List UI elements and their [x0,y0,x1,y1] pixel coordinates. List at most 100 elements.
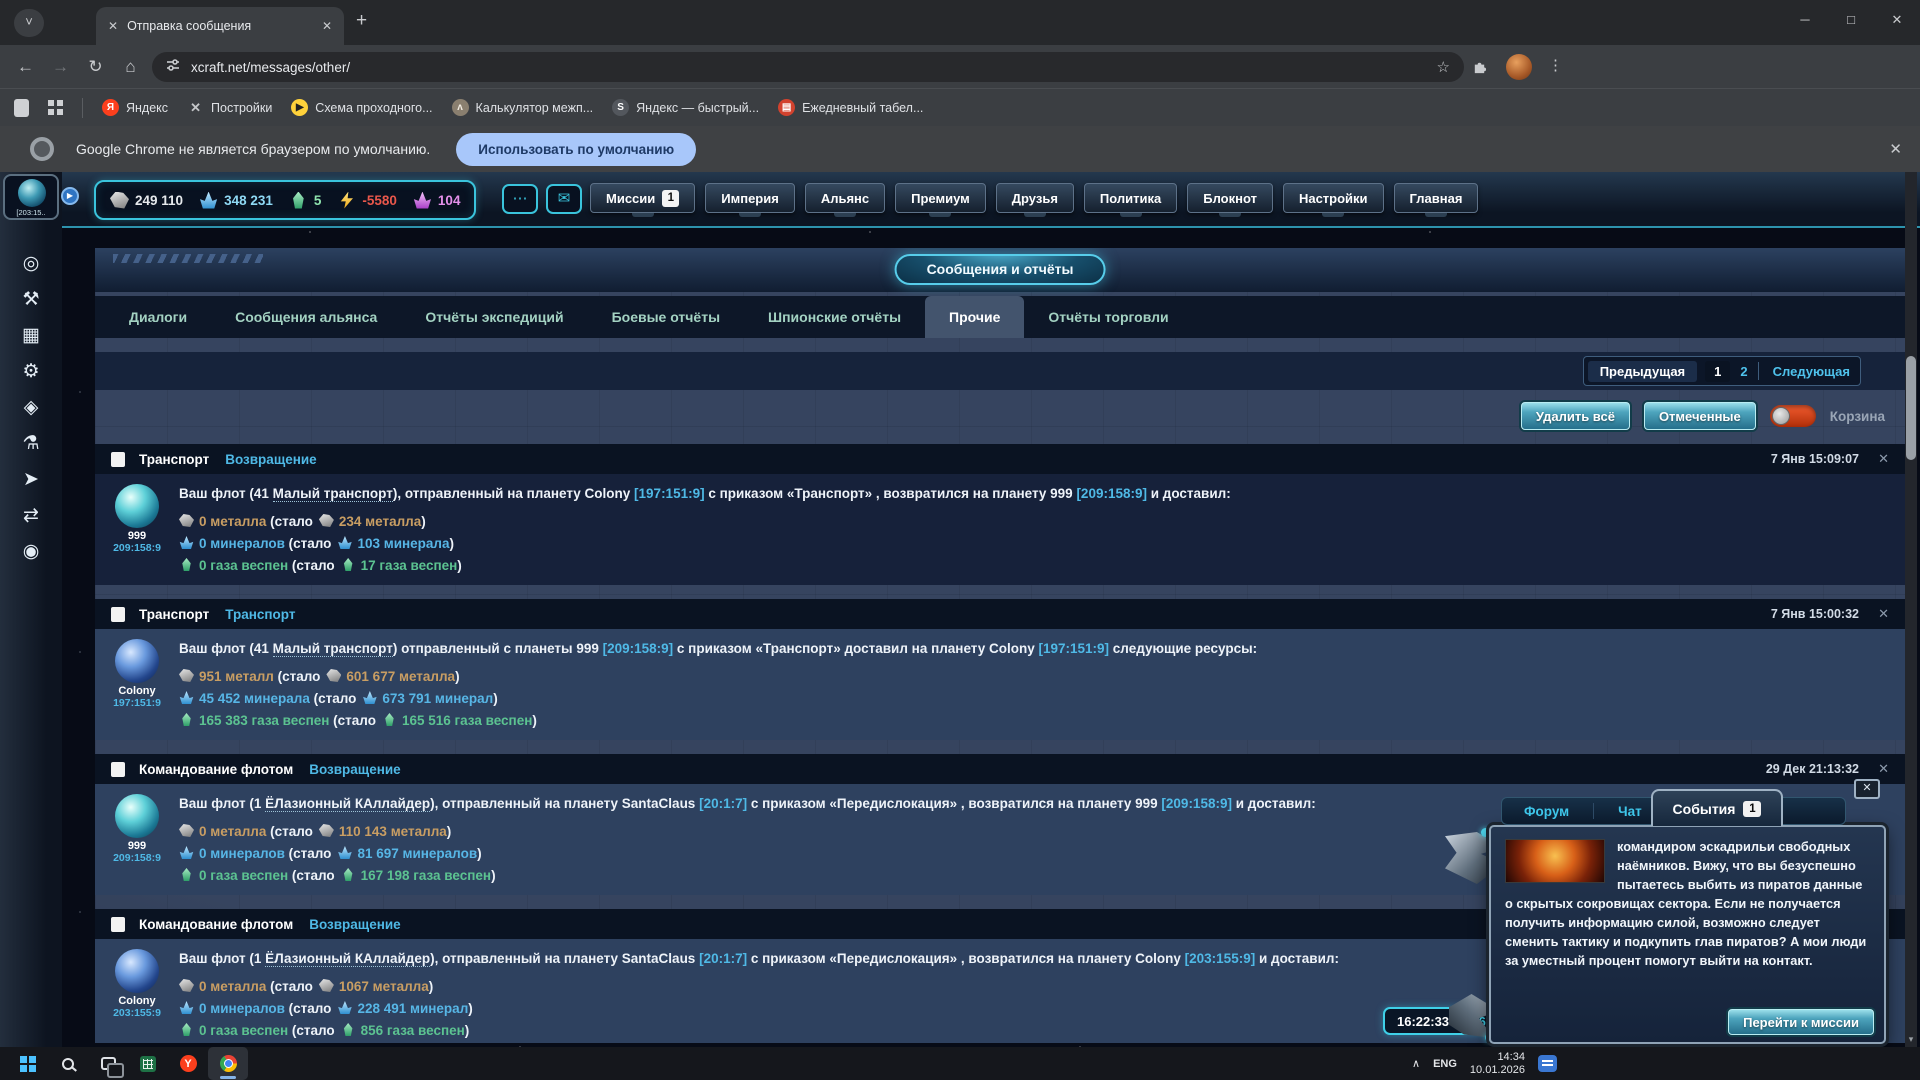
message-checkbox[interactable] [111,607,125,622]
forward-icon[interactable]: → [43,57,78,77]
message-type-link[interactable]: Возвращение [309,917,400,932]
nav-button-premium[interactable]: Премиум [895,183,986,213]
go-to-mission-button[interactable]: Перейти к миссии [1728,1009,1874,1035]
chrome-button[interactable] [208,1047,248,1080]
home-icon[interactable]: ⌂ [113,57,148,77]
bookmark-item-xcraft-builds[interactable]: ✕Постройки [187,99,272,116]
tab-alliance-messages[interactable]: Сообщения альянса [211,296,401,338]
nav-button-missions[interactable]: Миссии1 [590,183,695,213]
tray-expand-icon[interactable]: ∧ [1412,1057,1420,1070]
planet-avatar[interactable] [115,794,159,838]
nav-button-empire[interactable]: Империя [705,183,795,213]
message-checkbox[interactable] [111,452,125,467]
tab-forum[interactable]: Форум [1524,804,1569,819]
coords-link[interactable]: [209:158:9] [1161,796,1232,811]
fleet-link[interactable]: ЁЛазионный КАллайдер [265,951,430,967]
nav-button-home[interactable]: Главная [1394,183,1479,213]
notifications-icon[interactable] [1538,1055,1557,1072]
browser-tab[interactable]: ✕ Отправка сообщения ✕ [96,7,344,45]
scroll-down-icon[interactable]: ▾ [1905,1034,1917,1045]
minimize-icon[interactable]: ─ [1782,0,1828,45]
message-checkbox[interactable] [111,917,125,932]
pagination-page-1[interactable]: 1 [1705,361,1730,382]
current-planet-thumbnail[interactable]: [203:15.. [3,174,59,220]
message-type-link[interactable]: Возвращение [309,762,400,777]
apps-grid-icon[interactable] [48,100,63,115]
extensions-icon[interactable] [1472,59,1487,79]
planet-coords[interactable]: 209:158:9 [95,852,179,864]
shipyard-icon[interactable]: ⚒ [0,282,62,318]
message-close-icon[interactable]: ✕ [1878,451,1889,467]
tab-trade-reports[interactable]: Отчёты торговли [1024,296,1192,338]
settings-gear-icon[interactable]: ⚙ [0,354,62,390]
nav-button-politics[interactable]: Политика [1084,183,1177,213]
window-close-icon[interactable]: ✕ [1874,0,1920,45]
orbit-icon[interactable]: ◉ [0,534,62,570]
planet-avatar[interactable] [115,949,159,993]
coords-link[interactable]: [209:158:9] [603,641,674,656]
delete-all-button[interactable]: Удалить всё [1521,402,1630,430]
play-icon[interactable]: ▶ [61,187,79,205]
tab-spy-reports[interactable]: Шпионские отчёты [744,296,925,338]
coords-link[interactable]: [209:158:9] [1076,486,1147,501]
chat-icon[interactable]: ⋯ [502,184,538,214]
research-icon[interactable]: ⚗ [0,426,62,462]
pagination-previous[interactable]: Предыдущая [1588,361,1697,382]
message-close-icon[interactable]: ✕ [1878,606,1889,622]
bookmark-item-timesheet[interactable]: ▤Ежедневный табел... [778,99,923,116]
transport-icon[interactable]: ⇄ [0,498,62,534]
fleet-icon[interactable]: ➤ [0,462,62,498]
fleet-link[interactable]: ЁЛазионный КАллайдер [265,796,430,812]
message-checkbox[interactable] [111,762,125,777]
planet-coords[interactable]: 209:158:9 [95,542,179,554]
tab-dialogs[interactable]: Диалоги [105,296,211,338]
start-button[interactable] [8,1047,48,1080]
notification-close-icon[interactable]: ✕ [1889,140,1902,158]
profile-avatar[interactable] [1506,54,1532,80]
coords-link[interactable]: [197:151:9] [634,486,705,501]
nav-button-friends[interactable]: Друзья [996,183,1074,213]
taskbar-clock[interactable]: 14:34 10.01.2026 [1470,1051,1525,1076]
coords-link[interactable]: [203:155:9] [1185,951,1256,966]
page-scrollbar[interactable]: ▾ [1905,172,1917,1047]
scrollbar-thumb[interactable] [1906,356,1916,460]
tab-search-chevron-icon[interactable]: ˅ [14,9,44,37]
message-close-icon[interactable]: ✕ [1878,761,1889,777]
buildings-icon[interactable]: ▦ [0,318,62,354]
site-settings-icon[interactable] [166,58,180,77]
planet-avatar[interactable] [115,639,159,683]
planet-coords[interactable]: 203:155:9 [95,1007,179,1019]
fleet-link[interactable]: Малый транспорт [273,486,393,502]
new-tab-button[interactable]: + [356,10,367,32]
coords-link[interactable]: [20:1:7] [699,796,747,811]
tab-events[interactable]: События 1 [1651,789,1783,826]
coords-link[interactable]: [20:1:7] [699,951,747,966]
fleet-link[interactable]: Малый транспорт [273,641,393,657]
panel-icon[interactable] [14,99,29,117]
nav-button-alliance[interactable]: Альянс [805,183,885,213]
tab-chat[interactable]: Чат [1618,804,1642,819]
nav-button-settings[interactable]: Настройки [1283,183,1384,213]
browser-menu-icon[interactable]: ⋮ [1548,56,1563,74]
bookmark-item-calculator[interactable]: ʌКалькулятор межп... [452,99,594,116]
bookmark-star-icon[interactable]: ☆ [1437,58,1450,76]
search-button[interactable] [48,1047,88,1080]
mail-icon[interactable]: ✉ [546,184,582,214]
nav-button-notebook[interactable]: Блокнот [1187,183,1273,213]
galaxy-icon[interactable]: ◎ [0,246,62,282]
tab-expedition-reports[interactable]: Отчёты экспедиций [401,296,587,338]
message-type-link[interactable]: Возвращение [225,452,316,467]
back-icon[interactable]: ← [8,57,43,77]
trash-toggle[interactable] [1770,405,1816,427]
tab-other[interactable]: Прочие [925,296,1024,338]
yandex-browser-button[interactable]: Y [168,1047,208,1080]
tab-battle-reports[interactable]: Боевые отчёты [588,296,744,338]
language-indicator[interactable]: ENG [1433,1058,1457,1070]
task-view-button[interactable] [88,1047,128,1080]
maximize-icon[interactable]: □ [1828,0,1874,45]
bookmark-item-scheme[interactable]: ▶Схема проходного... [291,99,432,116]
planet-avatar[interactable] [115,484,159,528]
reload-icon[interactable]: ↻ [78,57,113,77]
message-type-link[interactable]: Транспорт [225,607,295,622]
popup-close-icon[interactable]: ✕ [1854,779,1880,799]
